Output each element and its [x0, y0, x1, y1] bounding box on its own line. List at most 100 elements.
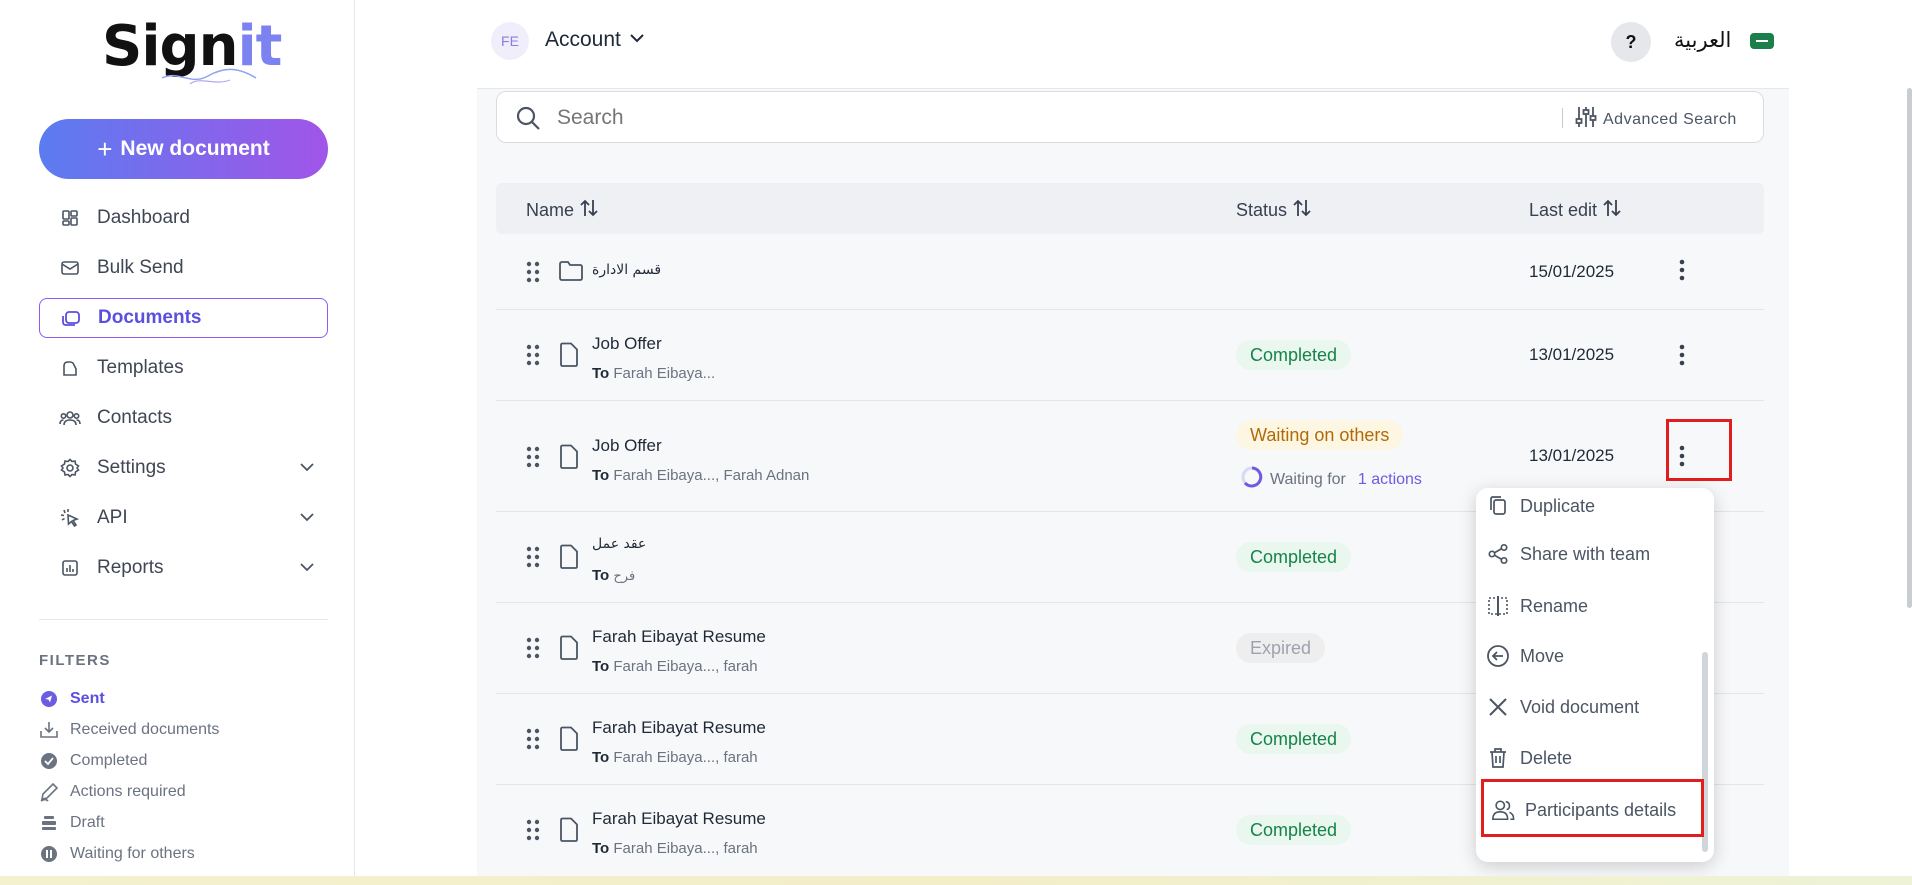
- sidebar-item-reports[interactable]: Reports: [39, 548, 328, 588]
- advanced-search-button[interactable]: Advanced Search: [1575, 105, 1737, 134]
- filter-label: Draft: [70, 813, 105, 831]
- column-header-status[interactable]: Status: [1236, 198, 1311, 223]
- sidebar-item-templates[interactable]: Templates: [39, 348, 328, 388]
- filter-label: Actions required: [70, 782, 186, 800]
- search-icon: [515, 105, 541, 136]
- to-label: To: [592, 567, 610, 584]
- recipient-names: Farah Eibaya..., Farah Adnan: [613, 467, 810, 484]
- document-name[interactable]: عقد عمل: [592, 536, 646, 552]
- column-header-name[interactable]: Name: [526, 198, 598, 223]
- menu-item-label: Move: [1520, 645, 1565, 666]
- status-badge: Waiting on others: [1236, 420, 1404, 450]
- gear-icon: [59, 457, 81, 479]
- more-options-icon[interactable]: [1670, 255, 1694, 285]
- status-badge: Completed: [1236, 542, 1352, 572]
- to-label: To: [592, 365, 610, 382]
- drag-handle-icon[interactable]: [526, 819, 540, 846]
- document-name[interactable]: Job Offer: [592, 436, 662, 456]
- table-header: Name Status Last edit: [496, 183, 1764, 234]
- document-name[interactable]: Farah Eibayat Resume: [592, 718, 766, 738]
- top-bar: FE Account ? العربية: [356, 0, 1912, 88]
- inbox-download-icon: [39, 720, 59, 740]
- filter-sent[interactable]: Sent: [39, 683, 328, 714]
- filter-waiting-for-others[interactable]: Waiting for others: [39, 838, 328, 869]
- to-label: To: [592, 749, 610, 766]
- menu-item-label: Share with team: [1520, 543, 1651, 564]
- file-icon: [558, 342, 580, 373]
- rename-icon: [1486, 594, 1510, 618]
- status-badge: Completed: [1236, 340, 1352, 370]
- sidebar-item-label: Bulk Send: [97, 257, 184, 278]
- status-badge: Completed: [1236, 815, 1352, 845]
- sidebar-item-settings[interactable]: Settings: [39, 448, 328, 488]
- sliders-icon: [1575, 105, 1597, 134]
- menu-item-share-with-team[interactable]: Share with team: [1486, 536, 1650, 572]
- participants-details-highlight: [1481, 779, 1704, 837]
- table-row[interactable]: قسم الادارة 15/01/2025: [496, 234, 1764, 310]
- help-button[interactable]: ?: [1611, 22, 1651, 62]
- document-name[interactable]: Job Offer: [592, 334, 662, 354]
- filter-actions-required[interactable]: Actions required: [39, 776, 328, 807]
- filter-received-documents[interactable]: Received documents: [39, 714, 328, 745]
- sidebar-item-label: Dashboard: [97, 207, 190, 228]
- contacts-icon: [59, 407, 81, 429]
- menu-item-delete[interactable]: Delete: [1486, 740, 1572, 776]
- bottom-strip: [0, 876, 1912, 885]
- page-scrollbar[interactable]: [1907, 88, 1912, 608]
- more-options-icon[interactable]: [1670, 340, 1694, 370]
- document-name[interactable]: Farah Eibayat Resume: [592, 809, 766, 829]
- filters-title: FILTERS: [39, 652, 111, 669]
- waiting-actions-link[interactable]: 1 actions: [1358, 471, 1422, 489]
- sidebar-item-documents[interactable]: Documents: [39, 298, 328, 338]
- filter-draft[interactable]: Draft: [39, 807, 328, 838]
- search-bar: Advanced Search: [496, 91, 1764, 143]
- recipient-names: Farah Eibaya..., farah: [613, 840, 758, 857]
- sidebar-item-bulk-send[interactable]: Bulk Send: [39, 248, 328, 288]
- table-row[interactable]: Job Offer To Farah Eibaya... Completed 1…: [496, 310, 1764, 401]
- menu-item-move[interactable]: Move: [1486, 638, 1564, 674]
- send-icon: [39, 689, 59, 709]
- menu-item-void-document[interactable]: Void document: [1486, 689, 1639, 725]
- sidebar-item-label: Contacts: [97, 407, 172, 428]
- drag-handle-icon[interactable]: [526, 637, 540, 664]
- drag-handle-icon[interactable]: [526, 546, 540, 573]
- menu-item-duplicate[interactable]: Duplicate: [1486, 488, 1595, 524]
- new-document-button[interactable]: + New document: [39, 119, 328, 179]
- sidebar-item-label: Reports: [97, 557, 164, 578]
- column-header-last-edit[interactable]: Last edit: [1529, 198, 1621, 223]
- recipients: To فرح: [592, 567, 635, 584]
- menu-item-rename[interactable]: Rename: [1486, 588, 1588, 624]
- last-edit-date: 13/01/2025: [1529, 345, 1615, 364]
- drag-handle-icon[interactable]: [526, 344, 540, 371]
- filter-label: Sent: [70, 689, 105, 707]
- sidebar-item-api[interactable]: API: [39, 498, 328, 538]
- plus-icon: +: [97, 134, 113, 164]
- file-icon: [558, 444, 580, 475]
- recipients: To Farah Eibaya..., farah: [592, 749, 758, 766]
- drag-handle-icon[interactable]: [526, 728, 540, 755]
- document-name[interactable]: Farah Eibayat Resume: [592, 627, 766, 647]
- filter-completed[interactable]: Completed: [39, 745, 328, 776]
- sidebar-item-contacts[interactable]: Contacts: [39, 398, 328, 438]
- column-label: Status: [1236, 200, 1288, 220]
- template-icon: [59, 357, 81, 379]
- search-input[interactable]: [557, 102, 1437, 134]
- saudi-flag-icon[interactable]: [1750, 33, 1774, 49]
- language-switch[interactable]: العربية: [1674, 28, 1731, 52]
- sidebar: Signit + New document Dashboard Bulk Sen…: [0, 0, 355, 885]
- progress-ring-icon: [1240, 465, 1264, 494]
- to-label: To: [592, 840, 610, 857]
- waiting-progress: Waiting for 1 actions: [1240, 465, 1422, 494]
- drag-handle-icon[interactable]: [526, 261, 540, 288]
- document-name[interactable]: قسم الادارة: [592, 262, 661, 278]
- advanced-search-label: Advanced Search: [1603, 110, 1737, 128]
- sort-icon: [580, 198, 598, 223]
- avatar[interactable]: FE: [491, 22, 529, 60]
- menu-item-label: Rename: [1520, 595, 1589, 616]
- new-document-label: New document: [120, 137, 270, 160]
- sort-icon: [1293, 198, 1311, 223]
- account-dropdown[interactable]: Account: [545, 28, 645, 52]
- drag-handle-icon[interactable]: [526, 446, 540, 473]
- move-icon: [1486, 644, 1510, 668]
- sidebar-item-dashboard[interactable]: Dashboard: [39, 198, 328, 238]
